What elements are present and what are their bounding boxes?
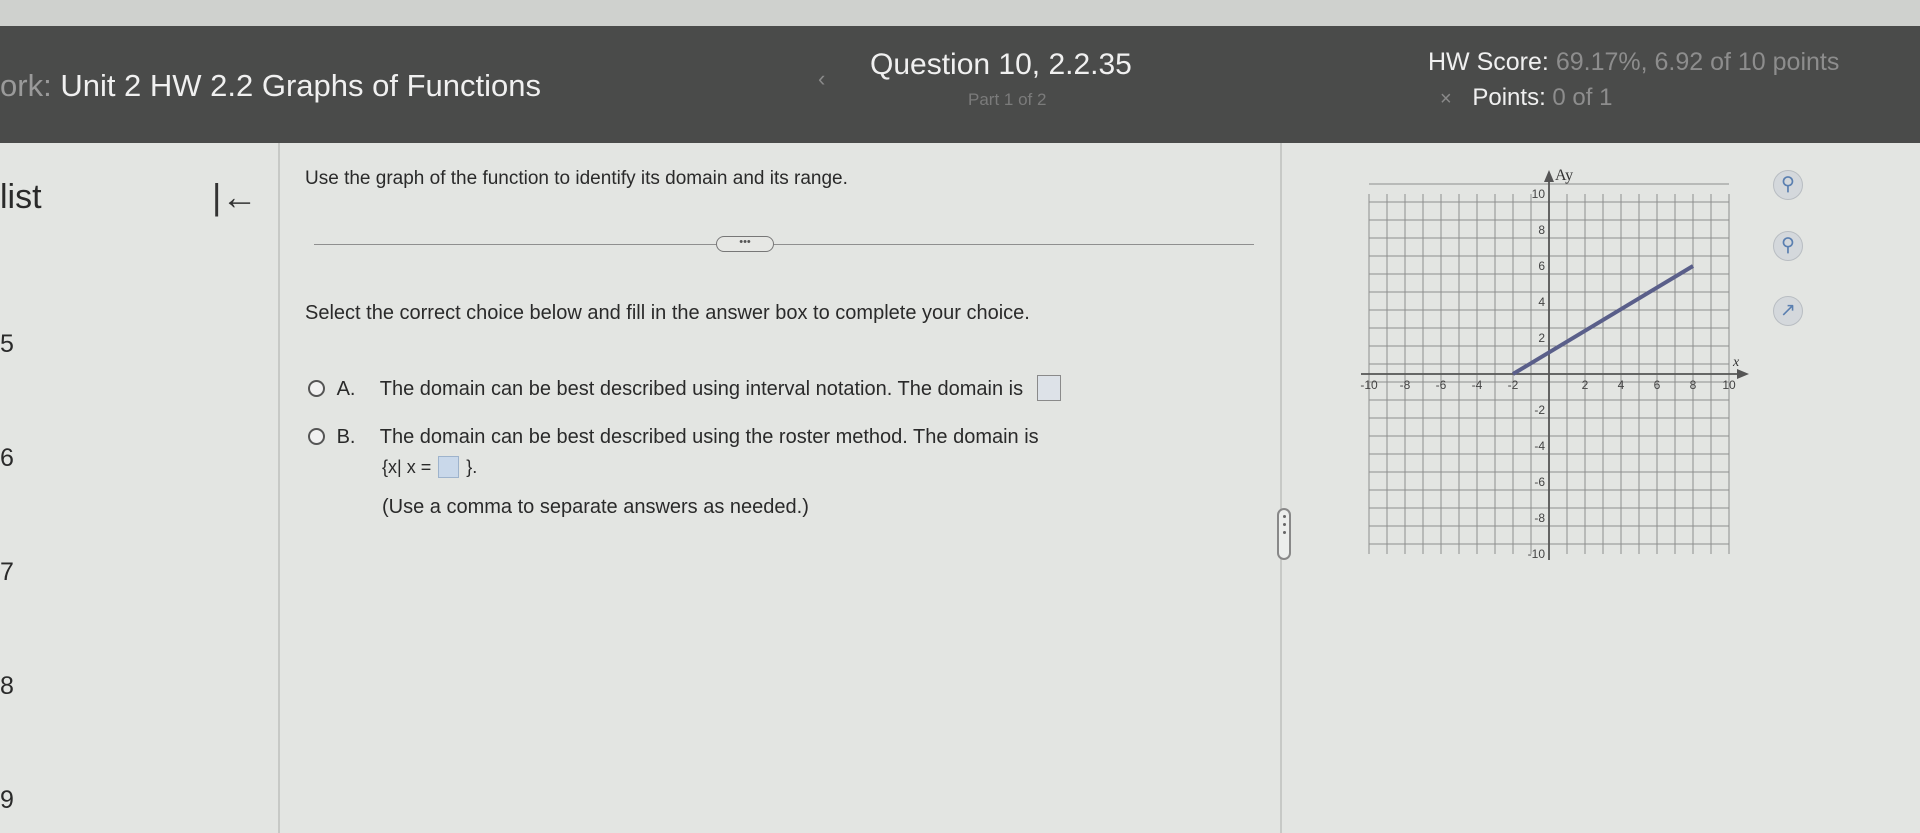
question-part: Part 1 of 2: [968, 90, 1047, 109]
question-list-item[interactable]: 6: [0, 444, 14, 473]
domain-interval-answer-box[interactable]: [1036, 375, 1061, 401]
choice-a-letter: A.: [336, 378, 356, 400]
y-tick-label: -4: [1534, 439, 1545, 453]
hw-score: HW Score: 69.17%, 6.92 of 10 points: [1428, 48, 1839, 77]
points-value: 0 of 1: [1552, 84, 1613, 111]
graph-axes: [1361, 170, 1749, 560]
y-tick-label: 2: [1538, 331, 1545, 345]
panel-resize-handle[interactable]: [1277, 508, 1291, 560]
question-list-item[interactable]: 7: [0, 558, 14, 587]
hw-score-label: HW Score:: [1428, 48, 1549, 76]
choice-b-letter: B.: [336, 426, 356, 448]
x-tick-label: -4: [1472, 378, 1483, 392]
panel-divider: [1280, 143, 1282, 833]
function-graph: -10 -8 -6 -4 -2 2 4 6 8 10 10 8 6 4 2 -2 -4 -6 -8 -10 Ay x: [1360, 167, 1749, 561]
choice-a[interactable]: A. The domain can be best described usin…: [308, 375, 1061, 401]
assignment-header: ork: Unit 2 HW 2.2 Graphs of Functions ‹…: [0, 26, 1920, 143]
top-strip: [0, 0, 1920, 26]
previous-question-icon[interactable]: ‹: [818, 66, 825, 92]
question-list-title: list: [0, 178, 42, 216]
collapse-sidebar-icon[interactable]: |←: [212, 176, 257, 218]
y-tick-label: 10: [1532, 187, 1546, 201]
assignment-title: ork: Unit 2 HW 2.2 Graphs of Functions: [0, 68, 541, 104]
question-list-item[interactable]: 9: [0, 786, 14, 815]
x-tick-label: -2: [1508, 378, 1519, 392]
points-label: Points:: [1472, 84, 1546, 111]
y-tick-label: 4: [1538, 295, 1545, 309]
x-tick-label: -10: [1360, 378, 1378, 392]
y-tick-label: -8: [1534, 511, 1545, 525]
y-axis-arrow: [1544, 170, 1554, 182]
assignment-name: Unit 2 HW 2.2 Graphs of Functions: [60, 68, 542, 103]
answer-note: (Use a comma to separate answers as need…: [382, 496, 809, 518]
x-tick-label: -6: [1436, 378, 1447, 392]
domain-roster-answer-box[interactable]: [438, 456, 460, 478]
choice-b-radio[interactable]: [308, 428, 325, 445]
question-list-item[interactable]: 5: [0, 330, 14, 359]
prompt-separator: [314, 244, 1254, 245]
question-prompt: Use the graph of the function to identif…: [305, 168, 848, 189]
choice-a-text: The domain can be best described using i…: [379, 378, 1024, 400]
choice-b-text: The domain can be best described using t…: [379, 426, 1039, 448]
zoom-out-icon[interactable]: ⚲: [1773, 231, 1803, 261]
choice-b[interactable]: B. The domain can be best described usin…: [308, 426, 1039, 449]
assignment-prefix: ork:: [0, 68, 52, 103]
set-close: }.: [466, 457, 478, 477]
choice-a-radio[interactable]: [308, 380, 325, 397]
set-open: {x| x =: [382, 457, 432, 477]
x-tick-label: 4: [1618, 378, 1625, 392]
y-axis-label: Ay: [1555, 167, 1573, 184]
x-tick-label: 8: [1690, 378, 1697, 392]
x-tick-label: 10: [1722, 378, 1736, 392]
hw-score-value: 69.17%, 6.92 of 10 points: [1555, 48, 1840, 76]
y-tick-label: 6: [1538, 259, 1545, 273]
roster-set-expression: {x| x = }.: [382, 456, 477, 478]
y-tick-label: -2: [1534, 403, 1545, 417]
y-tick-label: 8: [1538, 223, 1545, 237]
question-label: Question 10, 2.2.35: [870, 48, 1132, 81]
sidebar-divider: [278, 143, 280, 833]
external-link-icon[interactable]: ↗: [1773, 296, 1803, 326]
zoom-in-icon[interactable]: ⚲: [1773, 170, 1803, 200]
y-tick-label: -10: [1528, 547, 1546, 561]
x-tick-label: 6: [1654, 378, 1661, 392]
x-axis-label: x: [1732, 355, 1740, 370]
x-axis-arrow: [1737, 369, 1749, 379]
question-instruction: Select the correct choice below and fill…: [305, 302, 1030, 324]
show-more-button[interactable]: •••: [716, 236, 774, 252]
points: × Points: 0 of 1: [1440, 84, 1612, 112]
points-status-icon: ×: [1440, 88, 1452, 110]
y-tick-label: -6: [1534, 475, 1545, 489]
question-list-item[interactable]: 8: [0, 672, 14, 701]
x-tick-label: -8: [1400, 378, 1411, 392]
x-tick-label: 2: [1582, 378, 1589, 392]
